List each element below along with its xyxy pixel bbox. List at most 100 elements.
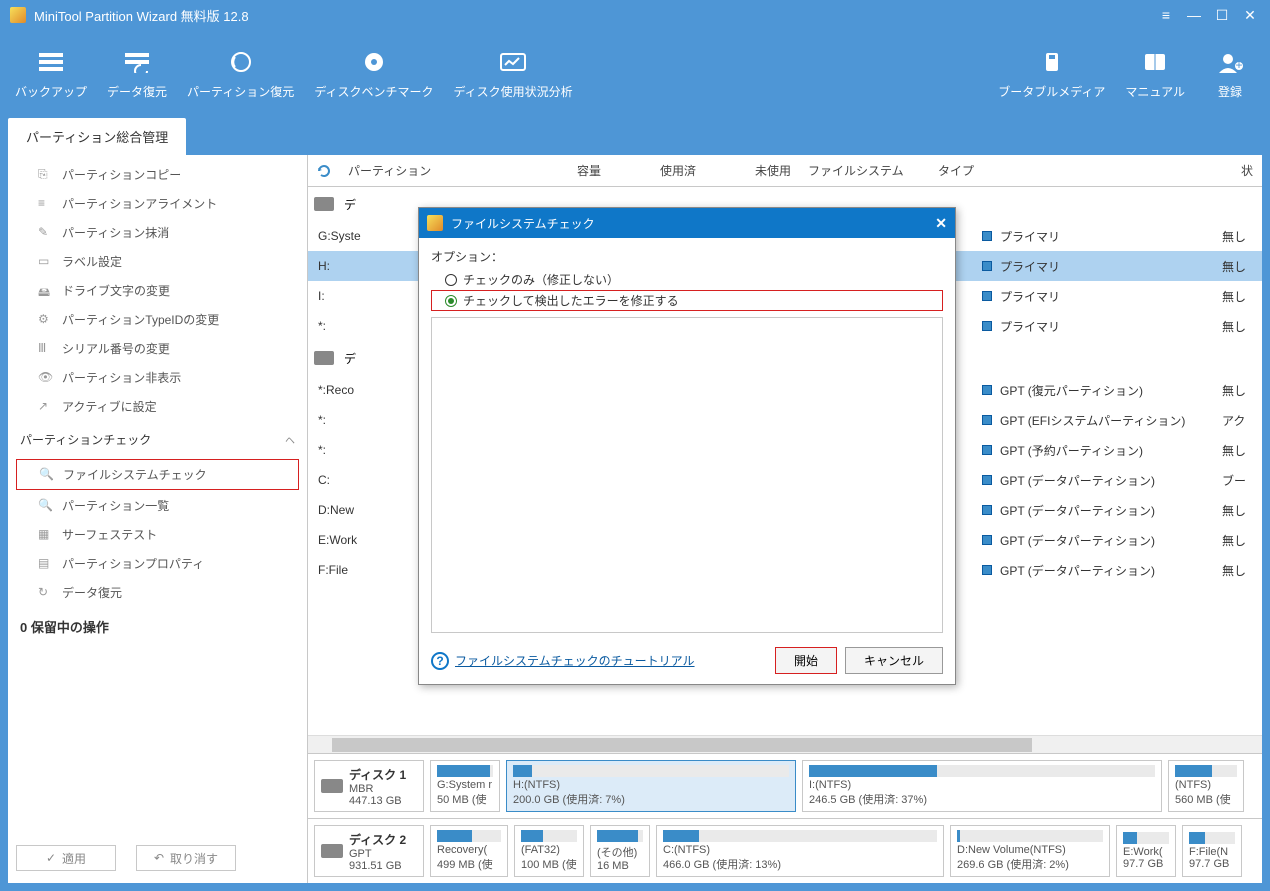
menu-icon[interactable]: ≡ bbox=[1156, 5, 1176, 25]
undo-button[interactable]: ↶ 取り消す bbox=[136, 845, 236, 871]
col-partition[interactable]: パーティション bbox=[340, 162, 510, 179]
close-button[interactable]: ✕ bbox=[1240, 5, 1260, 25]
dialog-titlebar: ファイルシステムチェック ✕ bbox=[419, 208, 955, 238]
partition-type: プライマリ bbox=[982, 288, 1222, 305]
radio-check-and-fix[interactable]: チェックして検出したエラーを修正する bbox=[431, 290, 943, 311]
list-icon: 🔍 bbox=[38, 498, 54, 514]
radio-check-only[interactable]: チェックのみ（修正しない） bbox=[431, 269, 943, 290]
minimize-button[interactable]: — bbox=[1184, 5, 1204, 25]
disk-map-header: ディスク 2GPT931.51 GB bbox=[314, 825, 424, 877]
apply-button[interactable]: ✓ 適用 bbox=[16, 845, 116, 871]
partition-type: プライマリ bbox=[982, 258, 1222, 275]
disk-map-partition[interactable]: I:(NTFS)246.5 GB (使用済: 37%) bbox=[802, 760, 1162, 812]
svg-text:+: + bbox=[1235, 58, 1242, 72]
start-button[interactable]: 開始 bbox=[775, 647, 837, 674]
color-swatch bbox=[982, 415, 992, 425]
app-icon bbox=[10, 7, 26, 23]
col-capacity[interactable]: 容量 bbox=[510, 162, 610, 179]
sidebar-item-label: データ復元 bbox=[62, 584, 122, 601]
serial-icon: Ⅲ bbox=[38, 341, 54, 357]
horizontal-scrollbar[interactable] bbox=[308, 735, 1262, 753]
sidebar-item[interactable]: Ⅲシリアル番号の変更 bbox=[8, 334, 307, 363]
filesystem-check-dialog: ファイルシステムチェック ✕ オプション： チェックのみ（修正しない） チェック… bbox=[418, 207, 956, 685]
col-used[interactable]: 使用済 bbox=[610, 162, 705, 179]
sidebar-item-label: パーティション非表示 bbox=[62, 369, 181, 386]
sidebar-item[interactable]: 🔍 ファイルシステムチェック bbox=[16, 459, 299, 490]
bootable-media-button[interactable]: ブータブルメディア bbox=[988, 43, 1115, 108]
disk-map-partition[interactable]: Recovery(499 MB (使 bbox=[430, 825, 508, 877]
manual-button[interactable]: マニュアル bbox=[1115, 43, 1195, 108]
disk-map-partition[interactable]: D:New Volume(NTFS)269.6 GB (使用済: 2%) bbox=[950, 825, 1110, 877]
sidebar-item[interactable]: ▤パーティションプロパティ bbox=[8, 549, 307, 578]
help-icon[interactable]: ? bbox=[431, 652, 449, 670]
sidebar-item[interactable]: 🖴ドライブ文字の変更 bbox=[8, 276, 307, 305]
sidebar-section-check[interactable]: パーティションチェックヘ bbox=[8, 421, 307, 458]
color-swatch bbox=[982, 565, 992, 575]
partition-type: GPT (データパーティション) bbox=[982, 472, 1222, 489]
disk-icon bbox=[321, 779, 343, 793]
sidebar-item[interactable]: ⎘パーティションコピー bbox=[8, 160, 307, 189]
color-swatch bbox=[982, 505, 992, 515]
col-filesystem[interactable]: ファイルシステム bbox=[800, 162, 930, 179]
sidebar-item-label: パーティション一覧 bbox=[62, 497, 169, 514]
usage-analysis-button[interactable]: ディスク使用状況分析 bbox=[443, 43, 582, 108]
maximize-button[interactable]: ☐ bbox=[1212, 5, 1232, 25]
color-swatch bbox=[982, 445, 992, 455]
disk-map-partition[interactable]: G:System r50 MB (使 bbox=[430, 760, 500, 812]
fsck-icon: 🔍 bbox=[39, 467, 55, 483]
partition-status: 無し bbox=[1222, 442, 1262, 459]
disk-map-partition[interactable]: (NTFS)560 MB (使 bbox=[1168, 760, 1244, 812]
color-swatch bbox=[982, 385, 992, 395]
col-type[interactable]: タイプ bbox=[930, 162, 1170, 179]
pending-operations: 0 保留中の操作 bbox=[8, 607, 307, 646]
cancel-button[interactable]: キャンセル bbox=[845, 647, 943, 674]
color-swatch bbox=[982, 291, 992, 301]
typeid-icon: ⚙ bbox=[38, 312, 54, 328]
sidebar-item-label: アクティブに設定 bbox=[62, 398, 157, 415]
color-swatch bbox=[982, 321, 992, 331]
dialog-close-icon[interactable]: ✕ bbox=[935, 215, 947, 232]
disk-map-partition[interactable]: C:(NTFS)466.0 GB (使用済: 13%) bbox=[656, 825, 944, 877]
disk-map: ディスク 1MBR447.13 GBG:System r50 MB (使H:(N… bbox=[308, 753, 1262, 818]
prop-icon: ▤ bbox=[38, 556, 54, 572]
table-header: パーティション 容量 使用済 未使用 ファイルシステム タイプ 状 bbox=[308, 155, 1262, 187]
backup-button[interactable]: バックアップ bbox=[5, 43, 97, 108]
data-recovery-button[interactable]: データ復元 bbox=[97, 43, 177, 108]
tab-partition-management[interactable]: パーティション総合管理 bbox=[8, 118, 186, 155]
partition-type: プライマリ bbox=[982, 228, 1222, 245]
sidebar-item[interactable]: 🔍 パーティション一覧 bbox=[8, 491, 307, 520]
sidebar-item[interactable]: ▦サーフェステスト bbox=[8, 520, 307, 549]
disk-map-partition[interactable]: (その他)16 MB bbox=[590, 825, 650, 877]
register-button[interactable]: +登録 bbox=[1195, 43, 1265, 108]
sidebar-item[interactable]: ↗アクティブに設定 bbox=[8, 392, 307, 421]
disk-map-partition[interactable]: H:(NTFS)200.0 GB (使用済: 7%) bbox=[506, 760, 796, 812]
tutorial-link[interactable]: ファイルシステムチェックのチュートリアル bbox=[455, 652, 695, 669]
title-bar: MiniTool Partition Wizard 無料版 12.8 ≡ — ☐… bbox=[0, 0, 1270, 30]
sidebar-item[interactable]: ⚙パーティションTypeIDの変更 bbox=[8, 305, 307, 334]
disk-map-partition[interactable]: F:File(N97.7 GB bbox=[1182, 825, 1242, 877]
label-icon: ▭ bbox=[38, 254, 54, 270]
sidebar-item-label: パーティションコピー bbox=[62, 166, 181, 183]
sidebar-item[interactable]: ✎パーティション抹消 bbox=[8, 218, 307, 247]
sidebar-item[interactable]: ↻ データ復元 bbox=[8, 578, 307, 607]
partition-status: 無し bbox=[1222, 502, 1262, 519]
col-free[interactable]: 未使用 bbox=[705, 162, 800, 179]
disk-map: ディスク 2GPT931.51 GBRecovery(499 MB (使(FAT… bbox=[308, 818, 1262, 883]
sidebar-item[interactable]: 👁パーティション非表示 bbox=[8, 363, 307, 392]
dialog-icon bbox=[427, 215, 443, 231]
sidebar-item-label: サーフェステスト bbox=[62, 526, 157, 543]
sidebar-item[interactable]: ▭ラベル設定 bbox=[8, 247, 307, 276]
color-swatch bbox=[982, 535, 992, 545]
refresh-icon[interactable] bbox=[308, 163, 340, 179]
partition-type: GPT (データパーティション) bbox=[982, 502, 1222, 519]
partition-recovery-button[interactable]: パーティション復元 bbox=[177, 43, 304, 108]
col-status[interactable]: 状 bbox=[1170, 162, 1262, 179]
recov-icon: ↻ bbox=[38, 585, 54, 601]
disk-map-partition[interactable]: E:Work(97.7 GB bbox=[1116, 825, 1176, 877]
sidebar-item-label: ファイルシステムチェック bbox=[63, 466, 207, 483]
sidebar-item[interactable]: ≡パーティションアライメント bbox=[8, 189, 307, 218]
disk-map-partition[interactable]: (FAT32)100 MB (使 bbox=[514, 825, 584, 877]
color-swatch bbox=[982, 231, 992, 241]
benchmark-button[interactable]: ディスクベンチマーク bbox=[304, 43, 443, 108]
disk-icon bbox=[314, 351, 334, 365]
